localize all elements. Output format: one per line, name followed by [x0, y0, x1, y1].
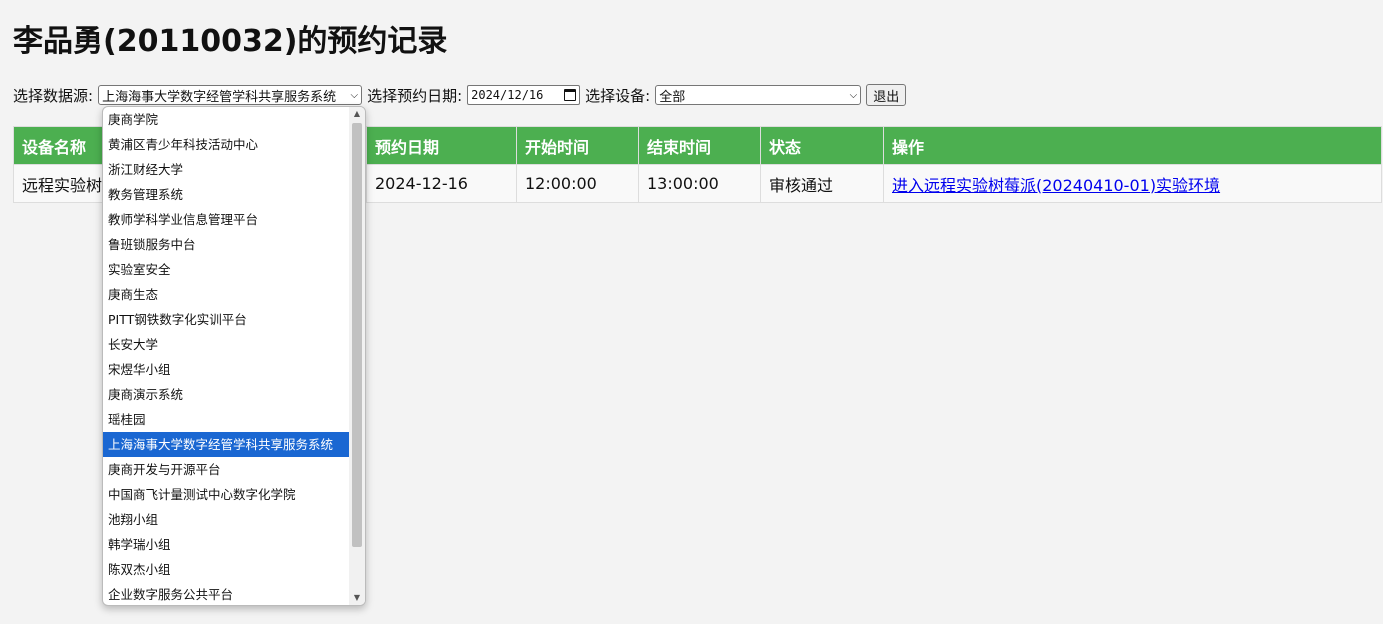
cell-date: 2024-12-16 [366, 164, 517, 203]
scroll-up-icon[interactable]: ▲ [349, 107, 365, 121]
device-label: 选择设备: [585, 86, 651, 105]
chevron-down-icon: ⌵ [849, 89, 858, 101]
dropdown-options: 庚商学院 黄浦区青少年科技活动中心 浙江财经大学 教务管理系统 教师学科学业信息… [103, 107, 351, 605]
page-title: 李品勇(20110032)的预约记录 [13, 24, 448, 59]
dropdown-option[interactable]: 陈双杰小组 [103, 557, 349, 582]
page: 李品勇(20110032)的预约记录 选择数据源: 上海海事大学数字经管学科共享… [0, 0, 1383, 624]
dropdown-option[interactable]: 教务管理系统 [103, 182, 349, 207]
header-date: 预约日期 [366, 126, 517, 165]
scroll-down-icon[interactable]: ▼ [349, 591, 365, 605]
filter-bar: 选择数据源: 上海海事大学数字经管学科共享服务系统 ⌵ 选择预约日期: 2024… [13, 84, 907, 106]
dropdown-option[interactable]: PITT钢铁数字化实训平台 [103, 307, 349, 332]
dropdown-option[interactable]: 庚商开发与开源平台 [103, 457, 349, 482]
chevron-down-icon: ⌵ [350, 89, 359, 101]
cell-start: 12:00:00 [516, 164, 639, 203]
device-select[interactable]: 全部 ⌵ [655, 85, 862, 105]
enter-lab-link[interactable]: 进入远程实验树莓派(20240410-01)实验环境 [892, 176, 1220, 195]
dropdown-option[interactable]: 黄浦区青少年科技活动中心 [103, 132, 349, 157]
header-status: 状态 [760, 126, 884, 165]
dropdown-option[interactable]: 浙江财经大学 [103, 157, 349, 182]
scrollbar-thumb[interactable] [352, 123, 362, 547]
dropdown-scrollbar[interactable]: ▲ ▼ [349, 107, 365, 605]
header-start: 开始时间 [516, 126, 639, 165]
header-action: 操作 [883, 126, 1382, 165]
dropdown-option[interactable]: 实验室安全 [103, 257, 349, 282]
cell-status: 审核通过 [760, 164, 884, 203]
date-label: 选择预约日期: [367, 86, 463, 105]
dropdown-option[interactable]: 鲁班锁服务中台 [103, 232, 349, 257]
calendar-icon[interactable] [564, 89, 577, 101]
dropdown-option[interactable]: 瑶桂园 [103, 407, 349, 432]
device-select-value: 全部 [659, 89, 686, 105]
dropdown-option[interactable]: 宋煜华小组 [103, 357, 349, 382]
dropdown-option[interactable]: 庚商演示系统 [103, 382, 349, 407]
dropdown-option[interactable]: 企业数字服务公共平台 [103, 582, 349, 605]
date-input[interactable]: 2024/12/16 [467, 85, 581, 105]
dropdown-option[interactable]: 庚商学院 [103, 107, 349, 132]
header-end: 结束时间 [638, 126, 761, 165]
cell-end: 13:00:00 [638, 164, 761, 203]
date-input-value: 2024/12/16 [471, 88, 544, 102]
dropdown-option[interactable]: 中国商飞计量测试中心数字化学院 [103, 482, 349, 507]
source-select[interactable]: 上海海事大学数字经管学科共享服务系统 ⌵ [98, 85, 363, 105]
dropdown-option[interactable]: 池翔小组 [103, 507, 349, 532]
dropdown-option[interactable]: 长安大学 [103, 332, 349, 357]
source-dropdown-list[interactable]: 庚商学院 黄浦区青少年科技活动中心 浙江财经大学 教务管理系统 教师学科学业信息… [102, 106, 366, 606]
dropdown-option[interactable]: 上海海事大学数字经管学科共享服务系统 [103, 432, 349, 457]
logout-button[interactable]: 退出 [866, 84, 907, 106]
dropdown-option[interactable]: 韩学瑞小组 [103, 532, 349, 557]
dropdown-option[interactable]: 教师学科学业信息管理平台 [103, 207, 349, 232]
source-select-value: 上海海事大学数字经管学科共享服务系统 [102, 89, 337, 105]
source-label: 选择数据源: [13, 86, 94, 105]
cell-action: 进入远程实验树莓派(20240410-01)实验环境 [883, 164, 1382, 203]
dropdown-option[interactable]: 庚商生态 [103, 282, 349, 307]
